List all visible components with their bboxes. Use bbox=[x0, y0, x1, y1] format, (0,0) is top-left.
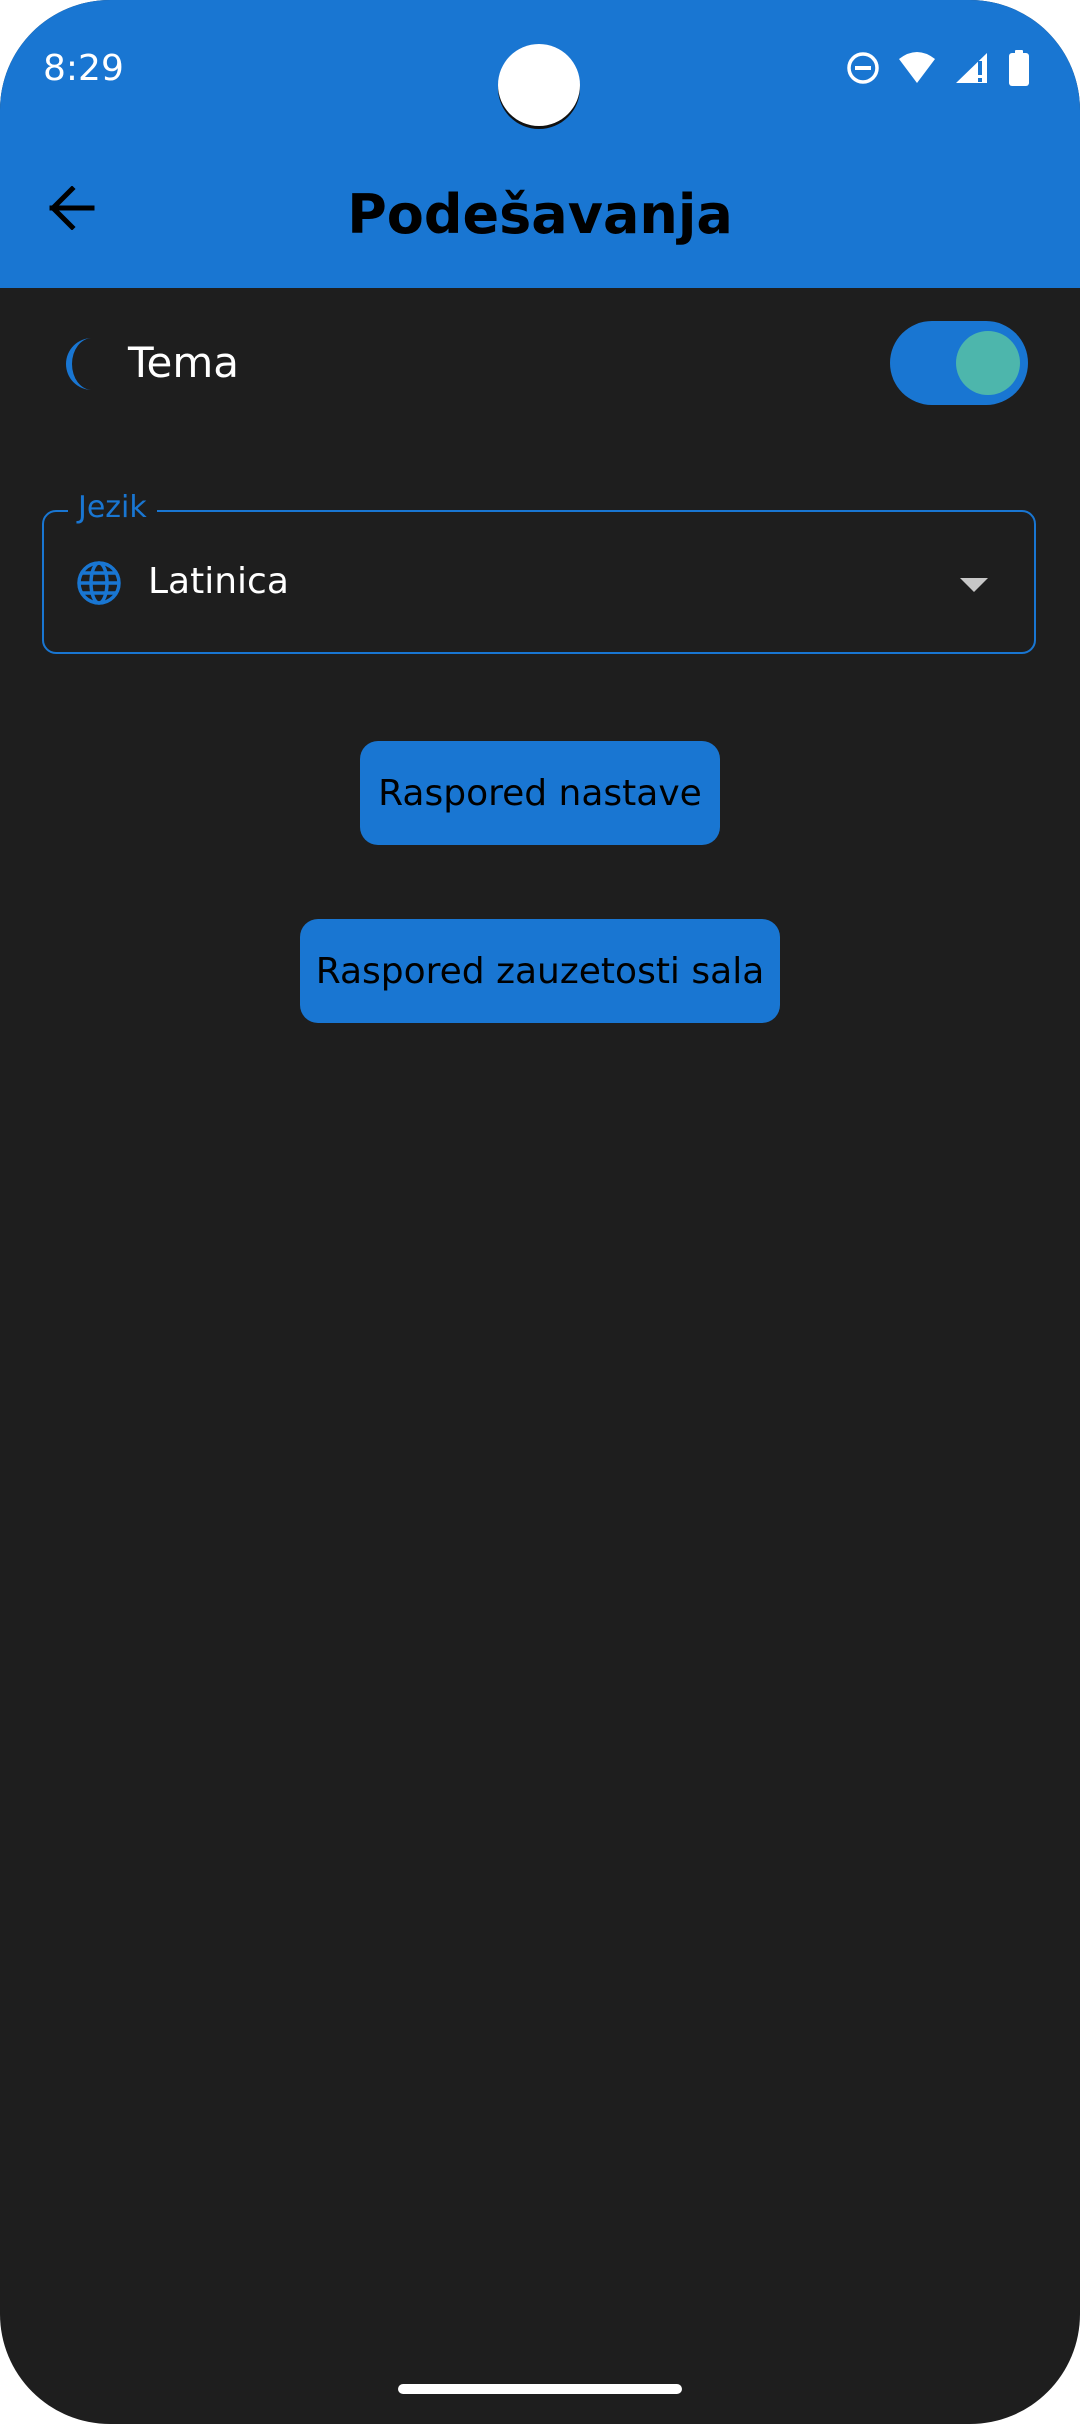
cell-signal-icon bbox=[954, 51, 990, 85]
app-bar: 8:29 Podešavanja bbox=[0, 0, 1080, 288]
language-value: Latinica bbox=[148, 561, 289, 602]
globe-icon bbox=[76, 560, 122, 611]
schedule-button[interactable]: Raspored nastave bbox=[360, 741, 720, 845]
chevron-down-icon bbox=[960, 578, 988, 592]
theme-toggle[interactable] bbox=[890, 321, 1028, 405]
page-title: Podešavanja bbox=[347, 183, 733, 246]
status-time: 8:29 bbox=[43, 48, 124, 89]
status-icons bbox=[846, 50, 1030, 86]
front-camera bbox=[498, 44, 580, 126]
home-indicator[interactable] bbox=[398, 2384, 682, 2394]
room-occupancy-button[interactable]: Raspored zauzetosti sala bbox=[300, 919, 780, 1023]
language-field-label: Jezik bbox=[68, 490, 157, 525]
wifi-icon bbox=[898, 51, 936, 85]
language-dropdown[interactable]: Jezik Latinica bbox=[42, 490, 1036, 654]
toggle-knob bbox=[956, 331, 1020, 395]
theme-setting-row: Tema bbox=[0, 320, 1080, 410]
phone-screen: 8:29 Podešavanja Tema Jezik Latinica Ras… bbox=[0, 0, 1080, 2424]
theme-label: Tema bbox=[128, 338, 240, 387]
do-not-disturb-icon bbox=[846, 51, 880, 85]
moon-icon bbox=[52, 336, 98, 397]
battery-icon bbox=[1008, 50, 1030, 86]
